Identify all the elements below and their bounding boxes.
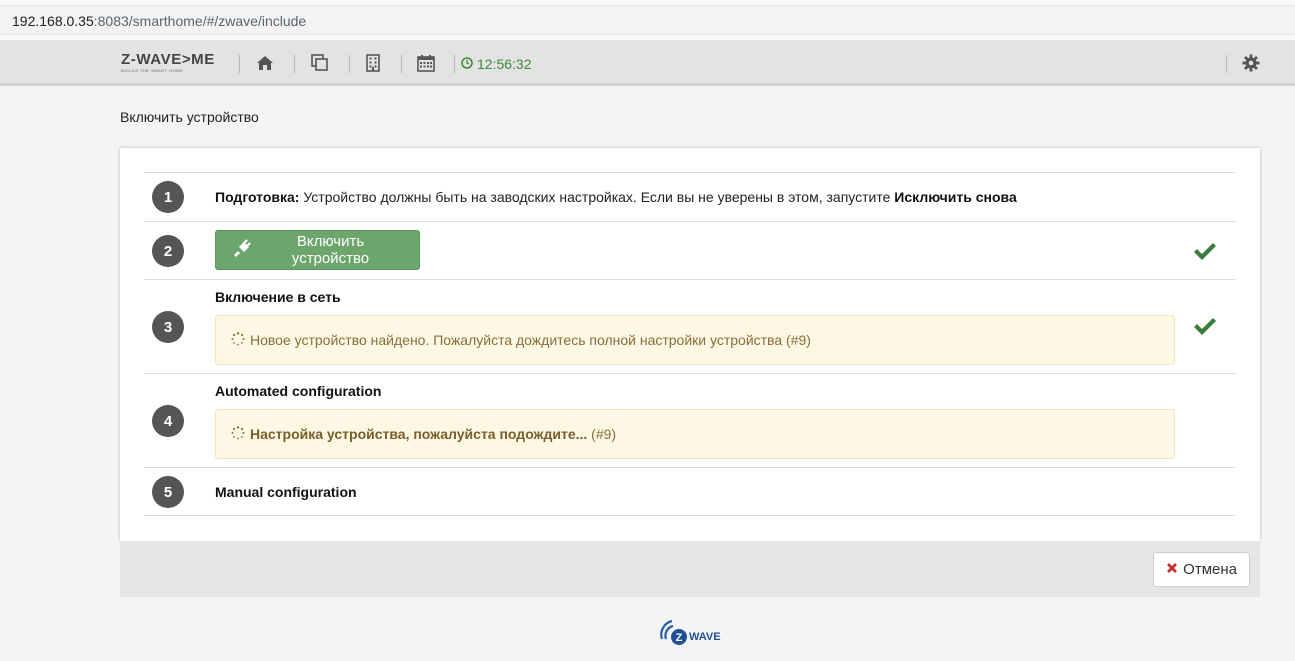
step-2: 2 Включить устройство	[144, 221, 1236, 279]
checkmark-icon	[1192, 240, 1218, 262]
step-number: 5	[152, 476, 184, 508]
url-field[interactable]: 192.168.0.35:8083/smarthome/#/zwave/incl…	[0, 5, 1295, 35]
spinner-icon	[231, 425, 245, 443]
step-1: 1 Подготовка: Устройство должны быть на …	[144, 172, 1236, 221]
step-number: 4	[152, 405, 184, 437]
gear-icon[interactable]	[1240, 52, 1262, 74]
spinner-icon	[231, 331, 245, 349]
clock: 12:56:32	[461, 56, 532, 72]
step-number: 2	[152, 235, 184, 267]
copy-icon[interactable]	[309, 52, 331, 74]
nav-divider	[349, 55, 350, 73]
nav-divider	[239, 55, 240, 73]
configuring-alert: Настройка устройства, пожалуйста подожди…	[215, 409, 1175, 459]
url-path: :8083/smarthome/#/zwave/include	[93, 13, 307, 29]
step-3: 3 Включение в сеть Новое устройство найд…	[144, 279, 1236, 373]
step-4-body: Automated configuration Настройка устрой…	[215, 383, 1175, 459]
checkmark-icon	[1192, 315, 1218, 337]
configuring-text: Настройка устройства, пожалуйста подожди…	[250, 426, 588, 442]
page-title: Включить устройство	[120, 109, 259, 125]
building-icon[interactable]	[362, 52, 384, 74]
logo-tagline: BUILDS THE SMART HOME	[121, 68, 184, 73]
device-found-alert: Новое устройство найдено. Пожалуйста дож…	[215, 315, 1175, 365]
step-4: 4 Automated configuration Настройка устр…	[144, 373, 1236, 467]
step-3-heading: Включение в сеть	[215, 289, 341, 305]
calendar-icon[interactable]	[415, 52, 437, 74]
url-host: 192.168.0.35	[12, 13, 94, 29]
step-number: 1	[152, 181, 184, 213]
exclude-again-link[interactable]: Исключить снова	[894, 189, 1016, 205]
device-found-text: Новое устройство найдено. Пожалуйста дож…	[250, 332, 811, 348]
include-device-button-label: Включить устройство	[291, 233, 370, 267]
nav-divider	[1226, 55, 1227, 73]
include-wizard-card: 1 Подготовка: Устройство должны быть на …	[120, 148, 1260, 541]
top-navbar: Z-WAVE>ME BUILDS THE SMART HOME 12:56:32	[0, 40, 1295, 86]
include-device-button[interactable]: Включить устройство	[215, 230, 420, 270]
url-text[interactable]: 192.168.0.35:8083/smarthome/#/zwave/incl…	[12, 13, 306, 29]
nav-divider	[401, 55, 402, 73]
nav-divider	[294, 55, 295, 73]
clock-icon	[461, 56, 473, 72]
step-1-text: Подготовка: Устройство должны быть на за…	[215, 189, 1017, 205]
step-2-body: Включить устройство	[215, 230, 420, 270]
nav-divider	[454, 55, 455, 73]
browser-address-bar: 192.168.0.35:8083/smarthome/#/zwave/incl…	[0, 0, 1295, 40]
cancel-button-label: Отмена	[1183, 561, 1237, 578]
svg-text:Z: Z	[676, 632, 683, 644]
logo-text: Z-WAVE>ME	[121, 51, 215, 68]
zwave-logo: Z WAVE	[658, 617, 728, 647]
step-number: 3	[152, 311, 184, 343]
zwave-logo-text: WAVE	[689, 631, 721, 643]
step-5: 5 Manual configuration	[144, 467, 1236, 516]
card-footer: Отмена	[120, 541, 1260, 597]
configuring-node-id: (#9)	[587, 426, 617, 442]
close-icon	[1166, 561, 1178, 578]
step-1-label: Подготовка:	[215, 189, 300, 205]
step-3-body: Включение в сеть Новое устройство найден…	[215, 289, 1175, 365]
plug-icon	[232, 239, 252, 261]
home-icon[interactable]	[254, 52, 276, 74]
step-4-heading: Automated configuration	[215, 383, 382, 399]
step-1-description: Устройство должны быть на заводских наст…	[299, 189, 895, 205]
clock-time: 12:56:32	[477, 56, 532, 72]
steps-list: 1 Подготовка: Устройство должны быть на …	[144, 172, 1236, 516]
zwaveme-logo[interactable]: Z-WAVE>ME BUILDS THE SMART HOME	[121, 52, 221, 76]
step-5-heading: Manual configuration	[215, 484, 357, 500]
cancel-button[interactable]: Отмена	[1153, 552, 1250, 587]
